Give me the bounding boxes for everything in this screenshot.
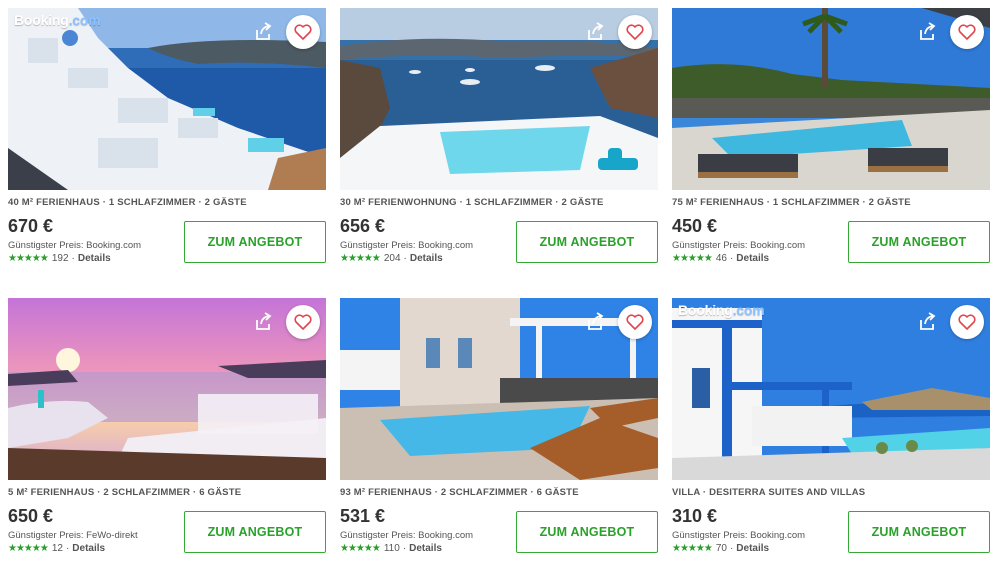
cheapest-provider: Günstigster Preis: Booking.com xyxy=(340,240,474,251)
offer-button[interactable]: ZUM ANGEBOT xyxy=(184,221,326,263)
rating-row: ★★★★★ 204 · Details xyxy=(340,253,443,264)
cheapest-provider: Günstigster Preis: Booking.com xyxy=(8,240,142,251)
details-link[interactable]: Details xyxy=(78,253,111,264)
listing-meta: 30 M² FERIENWOHNUNG · 1 SCHLAFZIMMER · 2… xyxy=(340,197,604,208)
cheapest-provider: Günstigster Preis: Booking.com xyxy=(672,240,806,251)
favorite-button[interactable] xyxy=(950,15,984,49)
share-icon[interactable] xyxy=(584,21,606,43)
listing-price: 310 € xyxy=(672,506,718,526)
cheapest-provider: Günstigster Preis: Booking.com xyxy=(340,530,474,541)
favorite-button[interactable] xyxy=(950,305,984,339)
heart-icon xyxy=(294,24,312,40)
rating-row: ★★★★★ 46 · Details xyxy=(672,253,770,264)
offer-button[interactable]: ZUM ANGEBOT xyxy=(516,511,658,553)
offer-button[interactable]: ZUM ANGEBOT xyxy=(848,221,990,263)
cheapest-provider: Günstigster Preis: Booking.com xyxy=(672,530,806,541)
heart-icon xyxy=(626,314,644,330)
listing-card[interactable]: 93 M² FERIENHAUS · 2 SCHLAFZIMMER · 6 GÄ… xyxy=(340,298,658,568)
details-link[interactable]: Details xyxy=(736,253,769,264)
listing-meta: 93 M² FERIENHAUS · 2 SCHLAFZIMMER · 6 GÄ… xyxy=(340,487,579,498)
listing-photo[interactable]: Booking.com xyxy=(672,298,990,480)
booking-logo: Booking.com xyxy=(14,12,101,28)
favorite-button[interactable] xyxy=(618,15,652,49)
listing-card[interactable]: 30 M² FERIENWOHNUNG · 1 SCHLAFZIMMER · 2… xyxy=(340,8,658,278)
review-count: 12 xyxy=(51,543,63,554)
listing-card[interactable]: Booking.com 40 M² FERIENHAUS · 1 SCHLAFZ… xyxy=(8,8,326,278)
details-link[interactable]: Details xyxy=(409,543,442,554)
heart-icon xyxy=(626,24,644,40)
share-icon[interactable] xyxy=(252,21,274,43)
share-icon[interactable] xyxy=(916,311,938,333)
listing-price: 656 € xyxy=(340,216,386,236)
rating-row: ★★★★★ 192 · Details xyxy=(8,253,111,264)
review-count: 110 xyxy=(383,543,400,554)
listing-price: 531 € xyxy=(340,506,386,526)
listing-price: 670 € xyxy=(8,216,54,236)
review-count: 46 xyxy=(715,253,727,264)
heart-icon xyxy=(958,314,976,330)
star-icon: ★★★★★ xyxy=(340,253,381,264)
share-icon[interactable] xyxy=(916,21,938,43)
listing-meta: 40 M² FERIENHAUS · 1 SCHLAFZIMMER · 2 GÄ… xyxy=(8,197,247,208)
star-icon: ★★★★★ xyxy=(8,543,49,554)
star-icon: ★★★★★ xyxy=(8,253,49,264)
listing-photo[interactable] xyxy=(8,298,326,480)
review-count: 70 xyxy=(715,543,727,554)
share-icon[interactable] xyxy=(252,311,274,333)
heart-icon xyxy=(294,314,312,330)
listing-price: 650 € xyxy=(8,506,54,526)
details-link[interactable]: Details xyxy=(736,543,769,554)
rating-row: ★★★★★ 12 · Details xyxy=(8,543,106,554)
heart-icon xyxy=(958,24,976,40)
cheapest-provider: Günstigster Preis: FeWo-direkt xyxy=(8,530,138,541)
rating-row: ★★★★★ 110 · Details xyxy=(340,543,442,554)
listing-meta: VILLA · DESITERRA SUITES AND VILLAS xyxy=(672,487,866,498)
star-icon: ★★★★★ xyxy=(672,543,713,554)
review-count: 192 xyxy=(51,253,69,264)
favorite-button[interactable] xyxy=(286,305,320,339)
booking-logo: Booking.com xyxy=(678,302,765,318)
listing-photo[interactable] xyxy=(340,298,658,480)
details-link[interactable]: Details xyxy=(410,253,443,264)
review-count: 204 xyxy=(383,253,401,264)
details-link[interactable]: Details xyxy=(72,543,105,554)
offer-button[interactable]: ZUM ANGEBOT xyxy=(848,511,990,553)
listing-photo[interactable]: Booking.com xyxy=(8,8,326,190)
share-icon[interactable] xyxy=(584,311,606,333)
listing-photo[interactable] xyxy=(672,8,990,190)
listing-meta: 5 M² FERIENHAUS · 2 SCHLAFZIMMER · 6 GÄS… xyxy=(8,487,242,498)
listing-photo[interactable] xyxy=(340,8,658,190)
favorite-button[interactable] xyxy=(286,15,320,49)
listing-card[interactable]: Booking.com VILLA · DESITERRA SUITES AND… xyxy=(672,298,990,568)
listing-meta: 75 M² FERIENHAUS · 1 SCHLAFZIMMER · 2 GÄ… xyxy=(672,197,911,208)
favorite-button[interactable] xyxy=(618,305,652,339)
star-icon: ★★★★★ xyxy=(672,253,713,264)
offer-button[interactable]: ZUM ANGEBOT xyxy=(516,221,658,263)
listing-price: 450 € xyxy=(672,216,718,236)
star-icon: ★★★★★ xyxy=(340,543,381,554)
rating-row: ★★★★★ 70 · Details xyxy=(672,543,770,554)
listing-card[interactable]: 75 M² FERIENHAUS · 1 SCHLAFZIMMER · 2 GÄ… xyxy=(672,8,990,278)
offer-button[interactable]: ZUM ANGEBOT xyxy=(184,511,326,553)
listing-card[interactable]: 5 M² FERIENHAUS · 2 SCHLAFZIMMER · 6 GÄS… xyxy=(8,298,326,568)
